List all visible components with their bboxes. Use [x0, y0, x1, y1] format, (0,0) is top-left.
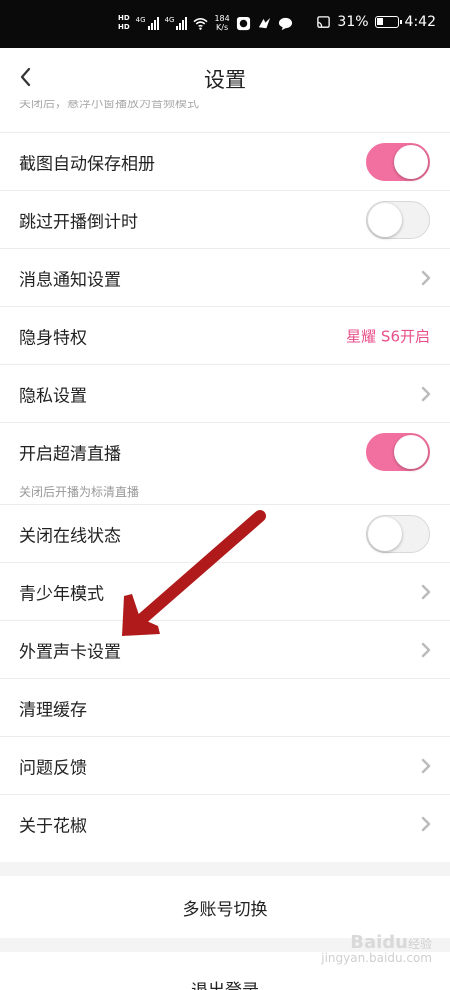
app-notification-icon [236, 16, 250, 30]
settings-row-label: 隐身特权 [19, 328, 87, 348]
signal-icon-1: 4G [136, 16, 159, 30]
toggle-switch[interactable] [366, 433, 430, 471]
settings-row[interactable]: 消息通知设置 [0, 248, 450, 306]
toggle-switch[interactable] [366, 514, 430, 553]
previous-row-hint: 关闭后，悬浮小窗播放为音频模式 [19, 100, 199, 114]
chevron-right-icon [420, 642, 432, 658]
toggle-switch[interactable] [366, 142, 430, 181]
settings-row[interactable]: 关于花椒 [0, 794, 450, 852]
chevron-right-icon [420, 584, 432, 600]
hd-label-1: HD [118, 14, 130, 22]
settings-row-label: 开启超清直播 [19, 444, 121, 465]
message-bubble-icon [278, 17, 292, 30]
settings-row-subtitle: 关闭后开播为标清直播 [19, 485, 140, 499]
network-speed-value: 184 [214, 14, 230, 23]
section-divider [0, 862, 450, 876]
settings-list: 截图自动保存相册 跳过开播倒计时 消息通知设置 隐身特权 星耀 S6开启隐私设置开启超清… [0, 132, 450, 852]
settings-row[interactable]: 隐身特权 星耀 S6开启 [0, 306, 450, 364]
settings-row[interactable]: 青少年模式 [0, 562, 450, 620]
toggle-switch[interactable] [366, 200, 430, 239]
signal-icon-2: 4G [165, 16, 188, 30]
settings-row: 开启超清直播关闭后开播为标清直播 [0, 422, 450, 504]
chevron-right-icon [420, 386, 432, 402]
settings-row-label: 截图自动保存相册 [19, 154, 155, 174]
settings-row-label: 关于花椒 [19, 816, 87, 836]
network-speed-unit: K/s [216, 23, 229, 32]
watermark-subtext: jingyan.baidu.com [321, 951, 432, 965]
watermark-logo: Baidu [350, 932, 408, 953]
toggle-knob [394, 144, 428, 179]
settings-row-label: 问题反馈 [19, 758, 87, 778]
status-right: 31% 4:42 [316, 14, 436, 30]
status-bar: HD HD 4G 4G 184 K/s 31% 4:42 [0, 0, 450, 48]
chevron-right-icon [420, 758, 432, 774]
previous-row-hint-text: 关闭后，悬浮小窗播放为音频模式 [19, 100, 200, 110]
settings-row-label: 关闭在线状态 [19, 526, 121, 546]
settings-row[interactable]: 清理缓存 [0, 678, 450, 736]
network-type-1: 4G [135, 16, 146, 24]
settings-row-label: 外置声卡设置 [19, 642, 121, 662]
settings-row-label: 清理缓存 [19, 700, 87, 720]
battery-percent: 31% [337, 14, 369, 30]
cast-icon [317, 15, 331, 28]
switch-account-button[interactable]: 多账号切换 [0, 876, 450, 938]
network-type-2: 4G [164, 16, 175, 24]
settings-row: 关闭在线状态 [0, 504, 450, 562]
settings-row[interactable]: 隐私设置 [0, 364, 450, 422]
settings-row-label: 跳过开播倒计时 [19, 212, 138, 232]
settings-row-value: 星耀 S6开启 [346, 327, 430, 345]
settings-row[interactable]: 外置声卡设置 [0, 620, 450, 678]
settings-row-label: 消息通知设置 [19, 270, 121, 290]
watermark: Baidu经验 jingyan.baidu.com [321, 934, 432, 966]
network-speed: 184 K/s [214, 14, 229, 32]
app-logo-icon [258, 17, 270, 28]
toggle-knob [394, 435, 428, 469]
hd-label-2: HD [118, 23, 130, 31]
clock: 4:42 [404, 14, 436, 30]
battery-icon [374, 16, 402, 28]
toggle-knob [368, 516, 402, 551]
watermark-text: 经验 [407, 937, 432, 951]
hd-indicator: HD HD [118, 14, 130, 32]
toggle-knob [368, 202, 402, 237]
page-title: 设置 [204, 68, 246, 92]
chevron-right-icon [420, 270, 432, 286]
status-left: HD HD 4G 4G 184 K/s [118, 14, 293, 32]
settings-row: 跳过开播倒计时 [0, 190, 450, 248]
nav-bar: 设置 [0, 48, 450, 106]
settings-row: 截图自动保存相册 [0, 132, 450, 190]
settings-row[interactable]: 问题反馈 [0, 736, 450, 794]
wifi-icon [193, 17, 209, 30]
settings-row-label: 青少年模式 [19, 584, 104, 604]
settings-row-label: 隐私设置 [19, 386, 87, 406]
chevron-right-icon [420, 816, 432, 832]
